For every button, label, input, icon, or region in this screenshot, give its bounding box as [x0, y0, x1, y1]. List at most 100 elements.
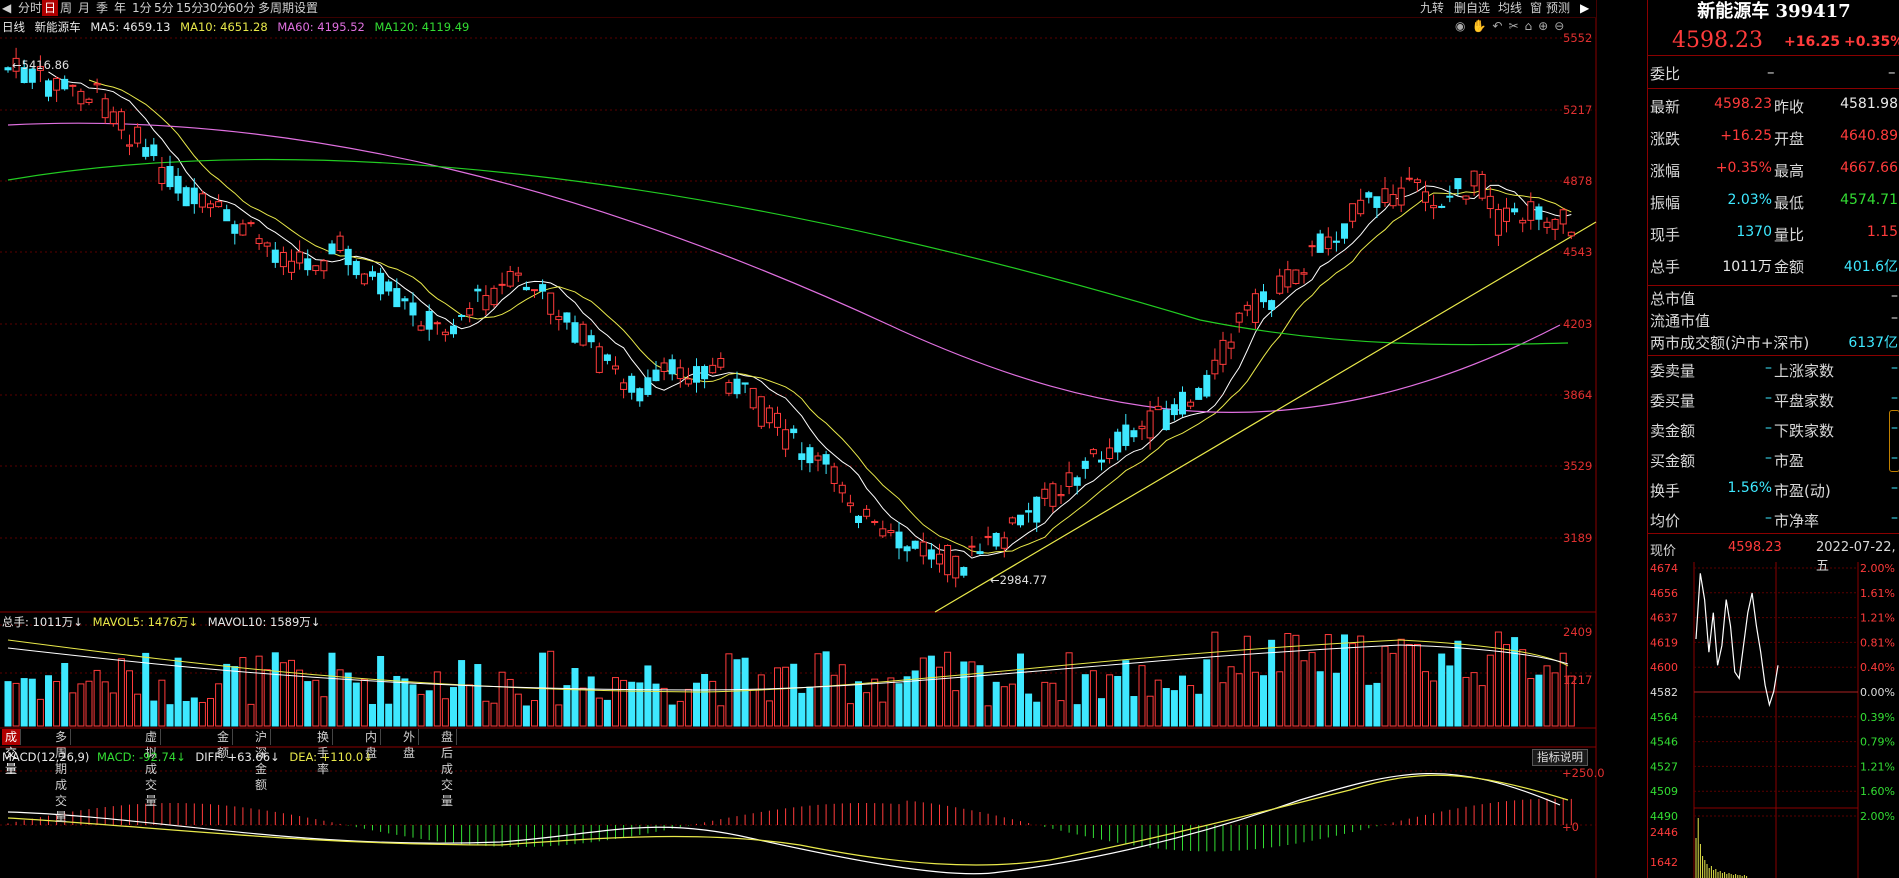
candle-body: [1195, 388, 1203, 400]
candle-body: [474, 288, 482, 292]
volume-bar: [563, 685, 571, 727]
volume-bar: [514, 693, 522, 727]
tool-ma[interactable]: 均线: [1498, 0, 1522, 16]
candle-body: [1033, 496, 1041, 523]
period-tab-7[interactable]: 5分: [152, 0, 176, 16]
candle-body: [960, 567, 968, 576]
tool-window[interactable]: 窗: [1530, 0, 1542, 16]
volume-bar: [587, 676, 595, 727]
back-icon[interactable]: ◀: [0, 0, 16, 16]
volume-bar: [385, 703, 393, 727]
forward-icon[interactable]: ▶: [1580, 0, 1589, 16]
candle-body: [1397, 187, 1405, 206]
period-tab-1[interactable]: 日: [42, 0, 59, 16]
intraday-mini-chart[interactable]: 4674 2.00% 4656 1.61% 4637 1.21% 4619 0.81% 4600…: [1648, 0, 1899, 878]
volume-bar: [887, 677, 895, 727]
candle-body: [1413, 179, 1421, 183]
indicator-tab-2[interactable]: 虚拟成交量: [142, 729, 162, 808]
candle-body: [174, 175, 182, 194]
tool-remove-favorite[interactable]: 删自选: [1454, 0, 1490, 16]
candle-body: [612, 365, 619, 370]
volume-bar: [1187, 685, 1195, 727]
volume-bar: [1438, 653, 1446, 727]
period-tab-2[interactable]: 周: [58, 0, 74, 16]
candle-body: [984, 535, 992, 538]
candle-body: [927, 549, 935, 560]
mini-right-tick: 1.61%: [1860, 587, 1895, 600]
volume-bar: [126, 670, 133, 727]
candle-body: [1535, 206, 1543, 220]
period-tab-4[interactable]: 季: [94, 0, 110, 16]
low-annotation: ←2984.77: [990, 573, 1048, 587]
volume-bar: [531, 700, 538, 727]
period-tab-10[interactable]: 60分: [226, 0, 257, 16]
volume-bar: [45, 675, 52, 727]
volume-bar: [1332, 672, 1340, 727]
scroll-handle[interactable]: [1889, 410, 1899, 472]
candle-body: [1454, 178, 1462, 190]
candle-body: [271, 249, 279, 263]
candle-body: [1381, 188, 1389, 204]
indicator-tab-7[interactable]: 外盘: [400, 729, 420, 760]
candle-body: [425, 310, 433, 330]
candle-body: [1470, 170, 1478, 187]
volume-bar: [1365, 684, 1373, 727]
indicator-tab-3[interactable]: 金额: [214, 729, 234, 760]
candle-body: [693, 366, 700, 383]
candle-body: [1243, 304, 1251, 311]
period-tab-3[interactable]: 月: [76, 0, 92, 16]
indicator-tab-8[interactable]: 盘后成交量: [438, 729, 458, 808]
period-tab-0[interactable]: 分时: [16, 0, 44, 16]
candle-body: [1227, 341, 1235, 349]
candle-body: [749, 387, 757, 409]
volume-legend: 总手: 1011万↓ MAVOL5: 1476万↓ MAVOL10: 1589万…: [2, 615, 321, 629]
mini-left-tick: 4546: [1650, 736, 1678, 749]
period-tab-5[interactable]: 年: [112, 0, 128, 16]
mini-right-tick: 1.21%: [1860, 760, 1895, 773]
volume-bar: [879, 701, 887, 727]
volume-bar: [1081, 674, 1089, 727]
candle-body: [1106, 447, 1114, 459]
volume-bar: [960, 661, 968, 727]
mini-right-tick: 2.00%: [1860, 810, 1895, 823]
volume-bar: [498, 671, 506, 727]
candle-body: [863, 508, 871, 517]
indicator-tab-0[interactable]: 成交量: [2, 729, 22, 776]
quote-panel: 新能源车 399417 4598.23 +16.25 +0.35% 委比 – –…: [1647, 0, 1899, 878]
indicator-tab-6[interactable]: 内盘: [362, 729, 382, 760]
candle-body: [166, 166, 174, 188]
tool-forecast[interactable]: 预测: [1546, 0, 1570, 16]
volume-bar: [871, 678, 879, 727]
period-tab-6[interactable]: 1分: [130, 0, 154, 16]
candle-body: [563, 312, 571, 323]
candle-body: [1179, 391, 1186, 415]
index-name: 新能源车: [34, 20, 81, 34]
volume-bar: [320, 696, 328, 727]
indicator-tab-1[interactable]: 多周期成交量: [52, 729, 72, 824]
volume-bar: [968, 661, 976, 727]
candle-body: [296, 251, 304, 264]
candle-body: [790, 428, 798, 434]
volume-bar: [134, 693, 142, 727]
tool-jiuzhuan[interactable]: 九转: [1420, 0, 1444, 16]
candle-body: [603, 354, 611, 361]
indicator-tab-4[interactable]: 沪深金额: [252, 729, 272, 792]
candle-body: [709, 364, 717, 374]
indicator-help-button[interactable]: 指标说明: [1532, 749, 1588, 766]
indicator-tab-5[interactable]: 换手率: [314, 729, 334, 776]
candle-body: [1260, 291, 1267, 303]
candle-body: [1324, 236, 1332, 250]
chart-icon-tools[interactable]: ◉✋↶✂⌂⊕⊖: [1455, 19, 1570, 33]
mini-right-tick: 1.21%: [1860, 612, 1895, 625]
candle-body: [1389, 194, 1397, 207]
volume-bar: [1397, 638, 1405, 727]
volume-bar: [1422, 671, 1429, 727]
candle-body: [798, 453, 806, 460]
period-tab-11[interactable]: 多周期: [256, 0, 296, 16]
volume-bar: [344, 672, 352, 727]
candle-body: [1559, 209, 1567, 225]
mavol10-value: MAVOL10: 1589万: [207, 615, 311, 629]
period-tab-12[interactable]: 设置: [292, 0, 320, 16]
candle-body: [1089, 449, 1097, 455]
kline-chart-area[interactable]: [0, 0, 1647, 878]
